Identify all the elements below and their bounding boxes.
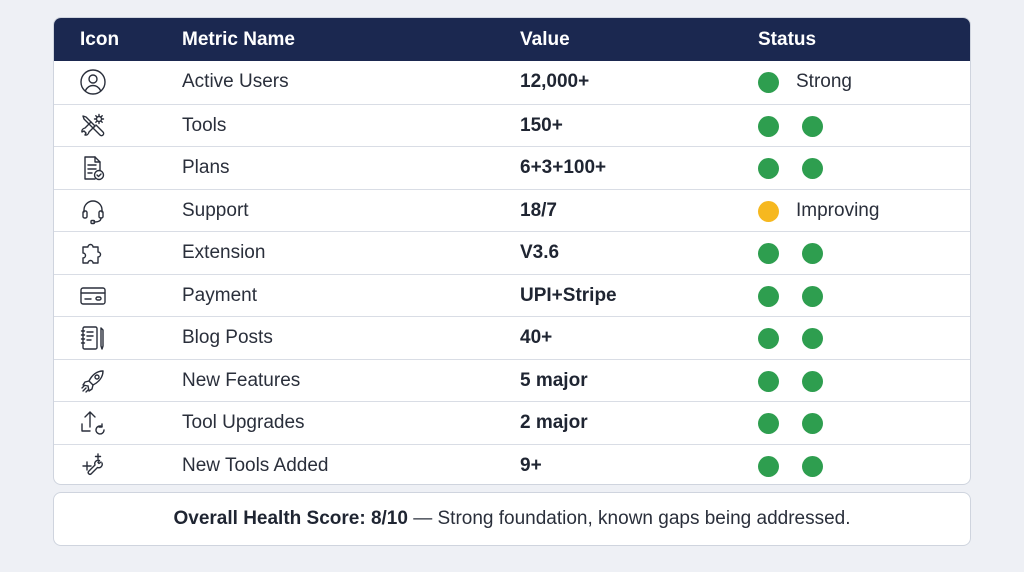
table-row: Support 18/7 Improving — [54, 188, 970, 232]
health-score-text: — Strong foundation, known gaps being ad… — [407, 508, 851, 529]
table-body: Active Users 12,000+ Strong Tools 150+ Plans 6… — [54, 61, 970, 485]
status-cell — [758, 232, 968, 274]
rocket-icon — [78, 366, 110, 396]
header-icon: Icon — [80, 29, 120, 50]
metric-name: Plans — [182, 157, 230, 178]
health-summary: Overall Health Score: 8/10 — Strong foun… — [53, 492, 971, 546]
headset-icon — [78, 196, 110, 226]
metric-name: New Features — [182, 369, 301, 391]
metric-value: UPI+Stripe — [520, 284, 617, 306]
table-row: Tool Upgrades 2 major — [54, 401, 970, 444]
status-dot-green — [758, 158, 779, 179]
health-score-label: Overall Health Score: 8/10 — [173, 508, 408, 529]
header-metric-name: Metric Name — [182, 29, 295, 50]
table-header: Icon Metric Name Value Status — [54, 18, 970, 61]
metric-name: Tools — [182, 114, 227, 136]
metric-name: Extension — [182, 242, 266, 263]
header-status: Status — [758, 29, 817, 50]
notebook-pen-icon — [78, 323, 110, 353]
status-dot-green — [758, 370, 779, 392]
status-dot-green — [802, 370, 823, 392]
plus-wrench-icon — [78, 451, 110, 481]
status-dot-green — [802, 243, 823, 264]
table-row: Plans 6+3+100+ — [54, 146, 970, 189]
status-dot-green — [802, 413, 823, 434]
status-dot-green — [802, 115, 823, 137]
metric-value: 6+3+100+ — [520, 157, 607, 178]
status-dot-green — [758, 243, 779, 264]
status-cell — [758, 445, 968, 485]
table-row: Payment UPI+Stripe — [54, 273, 970, 317]
status-cell — [758, 105, 968, 147]
metric-name: Tool Upgrades — [182, 412, 305, 433]
user-circle-icon — [78, 67, 110, 97]
status-dot-green — [758, 72, 779, 93]
table-row: Tools 150+ — [54, 103, 970, 147]
table-row: New Features 5 major — [54, 358, 970, 402]
status-dot-green — [802, 455, 823, 477]
upload-refresh-icon — [78, 408, 110, 438]
status-cell — [758, 147, 968, 189]
puzzle-icon — [78, 238, 110, 268]
status-cell: Improving — [758, 190, 968, 232]
status-dot-green — [802, 285, 823, 307]
metric-name: Support — [182, 199, 249, 221]
metric-name: New Tools Added — [182, 454, 329, 476]
metric-name: Blog Posts — [182, 327, 273, 348]
status-dot-green — [758, 285, 779, 307]
status-text: Strong — [796, 71, 852, 92]
metric-value: V3.6 — [520, 242, 560, 263]
status-dot-green — [802, 328, 823, 349]
status-text: Improving — [796, 199, 880, 221]
status-cell — [758, 317, 968, 359]
table-row: Extension V3.6 — [54, 231, 970, 274]
status-dot-green — [758, 455, 779, 477]
metric-value: 9+ — [520, 454, 542, 476]
status-dot-green — [758, 413, 779, 434]
status-dot-green — [802, 158, 823, 179]
status-cell: Strong — [758, 61, 968, 103]
document-check-icon — [78, 153, 110, 183]
tools-icon — [78, 111, 110, 141]
header-value: Value — [520, 29, 570, 50]
metrics-table: Icon Metric Name Value Status Active Use… — [53, 17, 971, 485]
status-dot-green — [758, 328, 779, 349]
metric-value: 12,000+ — [520, 71, 590, 92]
table-row: New Tools Added 9+ — [54, 443, 970, 485]
metric-name: Payment — [182, 284, 257, 306]
metric-value: 5 major — [520, 369, 588, 391]
metric-name: Active Users — [182, 71, 289, 92]
status-dot-yellow — [758, 200, 779, 222]
metric-value: 2 major — [520, 412, 588, 433]
credit-card-icon — [78, 281, 110, 311]
status-cell — [758, 360, 968, 402]
metric-value: 18/7 — [520, 199, 557, 221]
status-cell — [758, 402, 968, 444]
metric-value: 40+ — [520, 327, 553, 348]
metric-value: 150+ — [520, 114, 563, 136]
status-dot-green — [758, 115, 779, 137]
table-row: Blog Posts 40+ — [54, 316, 970, 359]
status-cell — [758, 275, 968, 317]
table-row: Active Users 12,000+ Strong — [54, 61, 970, 104]
